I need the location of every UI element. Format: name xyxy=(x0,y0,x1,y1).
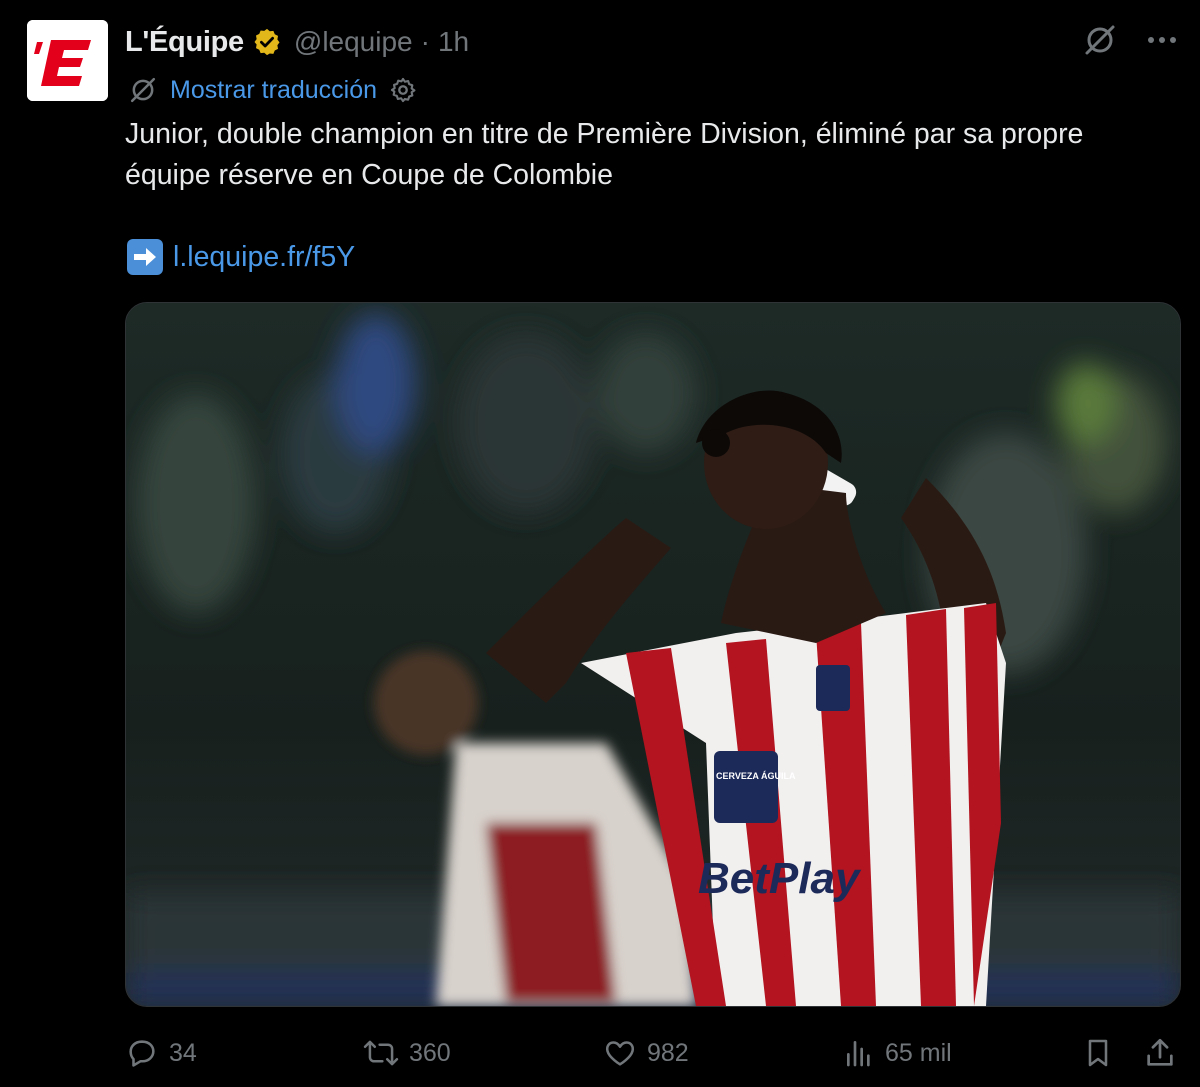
like-count: 982 xyxy=(647,1038,689,1067)
views-count: 65 mil xyxy=(885,1038,952,1067)
grok-icon[interactable] xyxy=(1082,22,1118,58)
tweet-link-row: l.lequipe.fr/f5Y xyxy=(127,236,355,278)
svg-text:CERVEZA ÁGUILA: CERVEZA ÁGUILA xyxy=(716,771,796,781)
tweet-text: Junior, double champion en titre de Prem… xyxy=(125,114,1187,196)
bookmark-icon xyxy=(1088,1039,1108,1067)
translate-icon xyxy=(128,75,158,105)
arrow-right-emoji-icon xyxy=(127,239,163,275)
views-button[interactable]: 65 mil xyxy=(843,1030,952,1076)
share-icon xyxy=(1147,1038,1173,1066)
retweet-count: 360 xyxy=(409,1038,451,1067)
like-button[interactable]: 982 xyxy=(603,1030,689,1076)
more-icon[interactable] xyxy=(1146,35,1178,45)
timestamp[interactable]: 1h xyxy=(438,26,469,58)
bookmark-button[interactable] xyxy=(1082,1030,1114,1076)
heart-icon xyxy=(605,1041,635,1066)
translate-row: Mostrar traducción xyxy=(128,72,417,108)
reply-count: 34 xyxy=(169,1038,197,1067)
display-name[interactable]: L'Équipe xyxy=(125,26,244,59)
tweet-top-actions xyxy=(1082,22,1178,58)
svg-text:BetPlay: BetPlay xyxy=(698,854,862,903)
show-translation-link[interactable]: Mostrar traducción xyxy=(170,76,377,105)
tweet-photo[interactable]: BetPlay CERVEZA ÁGUILA xyxy=(125,302,1181,1007)
tweet-text-line-2: équipe réserve en Coupe de Colombie xyxy=(125,159,613,191)
verified-badge-icon[interactable] xyxy=(252,27,282,57)
article-link[interactable]: l.lequipe.fr/f5Y xyxy=(173,241,355,274)
tweet: 'E L'Équipe @lequipe · 1h Mostrar traduc… xyxy=(0,0,1200,1087)
share-button[interactable] xyxy=(1143,1030,1177,1076)
reply-icon xyxy=(129,1040,155,1067)
lequipe-logo-icon: 'E xyxy=(27,20,108,101)
avatar[interactable]: 'E xyxy=(27,20,108,101)
tweet-text-line-1: Junior, double champion en titre de Prem… xyxy=(125,118,1084,150)
gear-icon[interactable] xyxy=(389,76,417,104)
tweet-actions-bar: 34 360 982 65 mil xyxy=(125,1030,1185,1076)
football-player-photo: BetPlay CERVEZA ÁGUILA xyxy=(126,303,1180,1006)
separator-dot: · xyxy=(420,26,430,57)
reply-button[interactable]: 34 xyxy=(125,1030,197,1076)
retweet-button[interactable]: 360 xyxy=(363,1030,451,1076)
handle[interactable]: @lequipe xyxy=(294,26,413,58)
retweet-icon xyxy=(363,1040,399,1066)
views-chart-icon xyxy=(847,1041,870,1067)
tweet-header: L'Équipe @lequipe · 1h xyxy=(125,20,469,64)
